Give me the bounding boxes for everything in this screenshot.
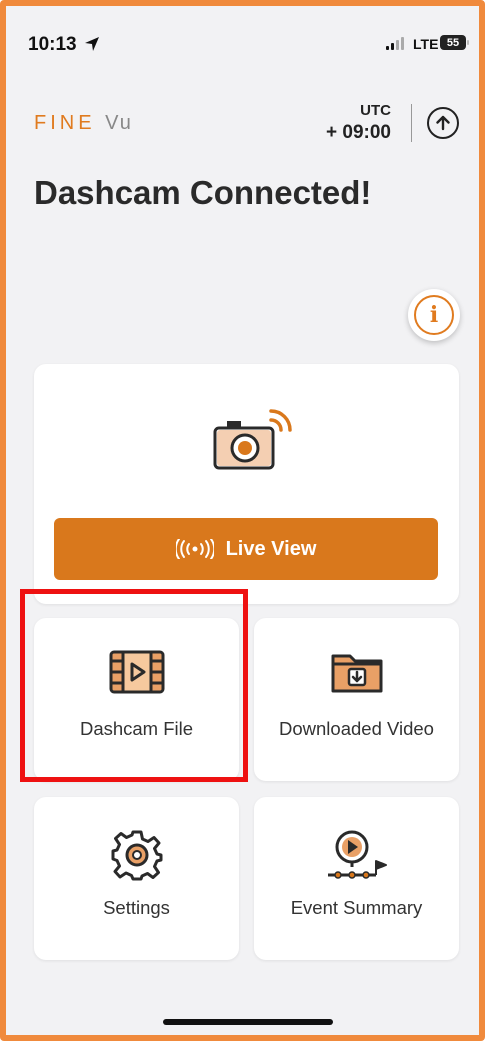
event-play-icon [327,830,387,879]
upload-button[interactable] [427,107,459,139]
battery-level: 55 [446,36,460,49]
gear-icon [111,830,162,881]
camera-wifi-icon [213,409,292,470]
tile-label: Event Summary [290,897,423,918]
utc-offset: + 09:00 [326,122,391,143]
tile-label: Dashcam File [79,718,194,739]
status-bar: 10:13 LTE 55 [6,6,479,76]
header-divider [411,104,412,142]
logo-suffix: Vu [105,112,133,134]
location-arrow-icon [85,37,99,51]
upload-arrow-icon [436,115,450,131]
dashcam-file-tile[interactable]: Dashcam File [34,618,239,781]
live-view-label: Live View [225,537,317,560]
live-view-card: Live View [34,364,459,604]
live-view-button[interactable]: Live View [54,518,438,580]
downloaded-video-tile[interactable]: Downloaded Video [254,618,459,781]
broadcast-icon [175,539,214,559]
folder-download-icon [331,654,382,693]
film-play-icon [109,650,164,694]
info-button[interactable]: i [408,289,460,341]
page-title: Dashcam Connected! [34,174,372,211]
home-indicator[interactable] [163,1019,333,1025]
info-icon: i [414,295,454,335]
utc-label: UTC [360,102,391,119]
network-type: LTE [413,36,439,52]
status-time: 10:13 [28,34,77,55]
app-header: FINE Vu UTC + 09:00 [6,96,479,156]
settings-tile[interactable]: Settings [34,797,239,960]
finevu-logo: FINE Vu [34,112,133,135]
cellular-signal-icon [386,36,404,50]
event-summary-tile[interactable]: Event Summary [254,797,459,960]
battery-icon: 55 [440,35,469,50]
tile-label: Downloaded Video [279,718,434,739]
logo-main: FINE [34,112,96,134]
tile-label: Settings [103,897,170,918]
app-frame: 10:13 LTE 55 FINE Vu UTC + 09:00 Dashcam… [0,0,485,1041]
